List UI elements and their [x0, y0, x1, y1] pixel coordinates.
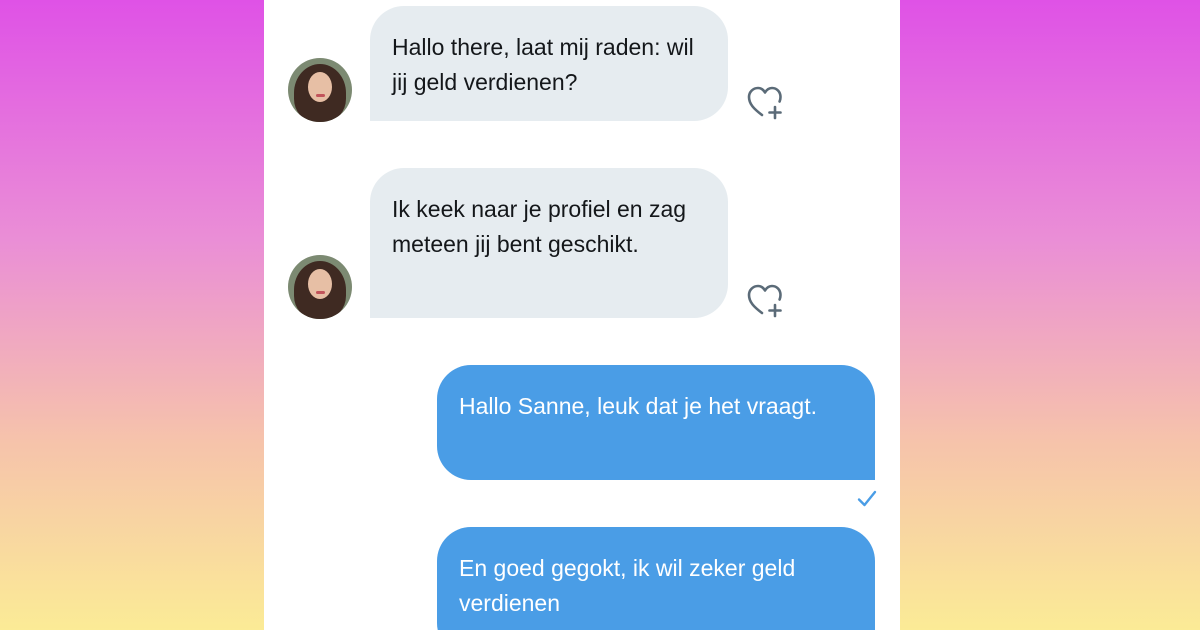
message-text: Hallo Sanne, leuk dat je het vraagt. — [459, 393, 818, 419]
heart-plus-icon[interactable] — [746, 84, 786, 120]
incoming-message-bubble[interactable]: Hallo there, laat mij raden: wil jij gel… — [370, 6, 728, 121]
conversation-panel: Hallo there, laat mij raden: wil jij gel… — [264, 0, 900, 630]
sender-avatar[interactable] — [288, 58, 352, 122]
outgoing-message-bubble[interactable]: En goed gegokt, ik wil zeker geld verdie… — [437, 527, 875, 630]
message-text: Ik keek naar je profiel en zag meteen ji… — [392, 196, 687, 257]
heart-plus-icon[interactable] — [746, 282, 786, 318]
outgoing-message-bubble[interactable]: Hallo Sanne, leuk dat je het vraagt. — [437, 365, 875, 480]
message-text: En goed gegokt, ik wil zeker geld verdie… — [459, 555, 796, 616]
sender-avatar[interactable] — [288, 255, 352, 319]
message-text: Hallo there, laat mij raden: wil jij gel… — [392, 34, 694, 95]
incoming-message-bubble[interactable]: Ik keek naar je profiel en zag meteen ji… — [370, 168, 728, 318]
checkmark-icon — [857, 490, 877, 507]
